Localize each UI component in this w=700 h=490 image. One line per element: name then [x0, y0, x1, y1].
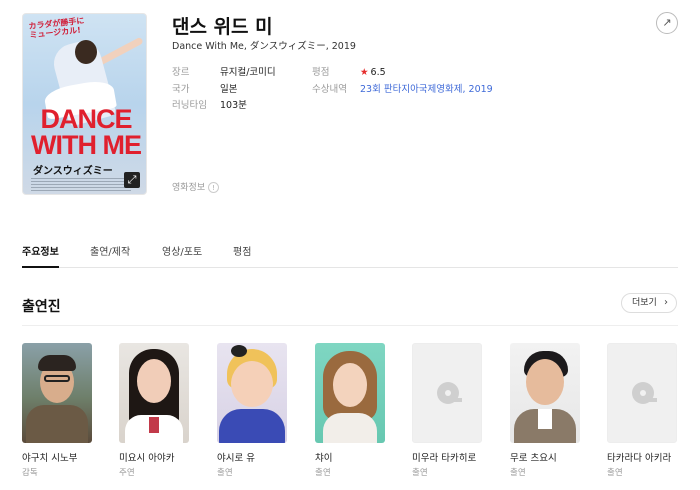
awards-link[interactable]: 23회 판타지아국제영화제, 2019	[360, 84, 493, 95]
cast-photo-placeholder[interactable]	[412, 343, 482, 443]
poster-credits	[31, 178, 131, 192]
poster-figure-head	[75, 40, 97, 64]
tab-main-info[interactable]: 주요정보	[22, 243, 59, 268]
cast-card[interactable]: 야시로 유 출연	[217, 343, 287, 478]
cast-card[interactable]: 미요시 아야카 주연	[119, 343, 189, 478]
cast-card[interactable]: 미우라 타카히로 출연	[412, 343, 482, 478]
cast-photo[interactable]	[217, 343, 287, 443]
cast-name[interactable]: 타카라다 아키라	[607, 450, 677, 464]
film-reel-icon	[437, 382, 462, 404]
tab-reviews[interactable]: 평점	[233, 243, 251, 268]
cast-role: 출연	[607, 468, 623, 478]
cast-photo[interactable]	[22, 343, 92, 443]
cast-section-title: 출연진	[22, 299, 61, 315]
expand-icon[interactable]: ⤢	[124, 172, 140, 188]
info-rating: 평점6.5	[312, 64, 386, 78]
movie-info-label[interactable]: 영화정보!	[172, 180, 220, 193]
poster-tagline: カラダが勝手に ミュージカル!	[28, 16, 85, 40]
film-reel-icon	[632, 382, 657, 404]
cast-photo[interactable]	[119, 343, 189, 443]
poster-title-jp: ダンスウィズミー	[33, 166, 113, 177]
poster-title: DANCE WITH ME	[31, 104, 142, 160]
cast-name[interactable]: 미요시 아야카	[119, 450, 189, 464]
cast-role: 주연	[119, 468, 135, 478]
cast-photo[interactable]	[315, 343, 385, 443]
rating-value: 6.5	[360, 67, 386, 78]
cast-card[interactable]: 무로 츠요시 출연	[510, 343, 580, 478]
info-runtime: 러닝타임 103분	[172, 100, 247, 111]
cast-role: 출연	[510, 468, 526, 478]
section-divider	[22, 325, 678, 326]
cast-photo-placeholder[interactable]	[607, 343, 677, 443]
info-country: 국가 일본	[172, 84, 238, 95]
movie-subtitle: Dance With Me, ダンスウィズミー, 2019	[172, 41, 356, 52]
cast-name[interactable]: 미우라 타카히로	[412, 450, 482, 464]
cast-card[interactable]: 챠이 출연	[315, 343, 385, 478]
cast-photo[interactable]	[510, 343, 580, 443]
cast-name[interactable]: 무로 츠요시	[510, 450, 580, 464]
tab-video-photo[interactable]: 영상/포토	[162, 243, 202, 268]
cast-role: 출연	[315, 468, 331, 478]
poster-figure-arm	[96, 36, 144, 67]
chevron-right-icon: ›	[664, 297, 668, 308]
cast-name[interactable]: 챠이	[315, 450, 385, 464]
cast-role: 출연	[217, 468, 233, 478]
info-help-icon[interactable]: !	[208, 182, 220, 193]
info-genre: 장르 뮤지컬/코미디	[172, 67, 276, 78]
cast-card[interactable]: 야구치 시노부 감독	[22, 343, 92, 478]
info-awards: 수상내역 23회 판타지아국제영화제, 2019	[312, 84, 493, 95]
cast-role: 출연	[412, 468, 428, 478]
movie-poster[interactable]: カラダが勝手に ミュージカル! DANCE WITH ME ダンスウィズミー ⤢	[22, 13, 147, 195]
cast-role: 감독	[22, 468, 38, 478]
share-icon[interactable]: ↗	[656, 12, 678, 34]
tab-bar: 주요정보 출연/제작 영상/포토 평점	[22, 238, 678, 268]
cast-name[interactable]: 야구치 시노부	[22, 450, 92, 464]
movie-title: 댄스 위드 미	[172, 16, 273, 38]
tab-cast-crew[interactable]: 출연/제작	[90, 243, 130, 268]
cast-name[interactable]: 야시로 유	[217, 450, 287, 464]
more-button[interactable]: 더보기 ›	[621, 293, 677, 313]
cast-card[interactable]: 타카라다 아키라 출연	[607, 343, 677, 478]
